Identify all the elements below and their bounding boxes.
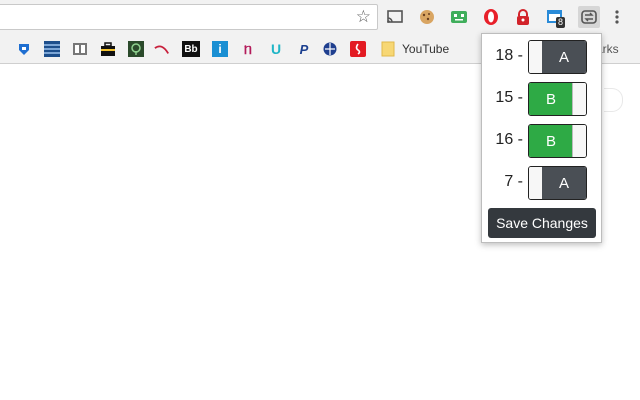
row-label: 7 - — [504, 173, 523, 190]
row-label: 18 - — [495, 47, 523, 64]
opera-icon[interactable] — [482, 8, 500, 26]
cookie-icon[interactable] — [418, 8, 436, 26]
toggle-knob — [529, 41, 543, 73]
stripes-bookmark-icon[interactable] — [44, 41, 60, 57]
toggle-knob — [529, 167, 543, 199]
briefcase-bookmark-icon[interactable] — [100, 41, 116, 57]
folder-bookmark-icon[interactable] — [380, 41, 396, 57]
ab-toggle[interactable]: A — [528, 166, 587, 200]
calendar-badge: 8 — [556, 17, 566, 28]
shield-bookmark-icon[interactable] — [16, 41, 32, 57]
toggle-knob — [572, 83, 586, 115]
switch-extension-icon[interactable] — [578, 6, 600, 28]
santander-bookmark-icon[interactable] — [350, 41, 366, 57]
toggle-knob — [572, 125, 586, 157]
page-partial-circle — [604, 88, 623, 112]
switch-row: 18 - A — [482, 40, 603, 74]
switch-row: 15 - B — [482, 82, 603, 116]
lock-icon[interactable] — [514, 8, 532, 26]
robot-icon[interactable] — [450, 8, 468, 26]
tree-bookmark-icon[interactable] — [128, 41, 144, 57]
bookmark-star-icon[interactable]: ☆ — [356, 7, 371, 27]
swoosh-bookmark-icon[interactable] — [154, 41, 170, 57]
bookmark-youtube[interactable]: YouTube — [402, 42, 449, 56]
switch-row: 16 - B — [482, 124, 603, 158]
n-bookmark-icon[interactable]: ᥒ — [240, 41, 256, 58]
globe-bookmark-icon[interactable] — [322, 41, 338, 57]
book-bookmark-icon[interactable] — [72, 41, 88, 57]
calendar-icon[interactable]: 8 — [546, 8, 566, 28]
toggle-state-text: A — [542, 41, 586, 73]
row-label: 16 - — [495, 131, 523, 148]
toggle-state-text: B — [529, 83, 573, 115]
ab-toggle[interactable]: B — [528, 124, 587, 158]
paypal-bookmark-icon[interactable]: P — [296, 41, 312, 57]
save-changes-button[interactable]: Save Changes — [488, 208, 596, 238]
cast-icon[interactable] — [386, 8, 404, 26]
extension-popup: 18 - A 15 - B 16 - B 7 - A Save Changes — [481, 33, 602, 243]
ab-toggle[interactable]: A — [528, 40, 587, 74]
browser-toolbar: ☆ 8 — [0, 0, 640, 34]
u-bookmark-icon[interactable]: U — [268, 41, 284, 57]
blackboard-bookmark-icon[interactable]: Bb — [182, 41, 200, 57]
row-label: 15 - — [495, 89, 523, 106]
switch-row: 7 - A — [482, 166, 603, 200]
toggle-state-text: B — [529, 125, 573, 157]
menu-icon[interactable] — [608, 8, 626, 26]
info-bookmark-icon[interactable]: i — [212, 41, 228, 57]
address-bar[interactable]: ☆ — [0, 4, 378, 30]
ab-toggle[interactable]: B — [528, 82, 587, 116]
toggle-state-text: A — [542, 167, 586, 199]
